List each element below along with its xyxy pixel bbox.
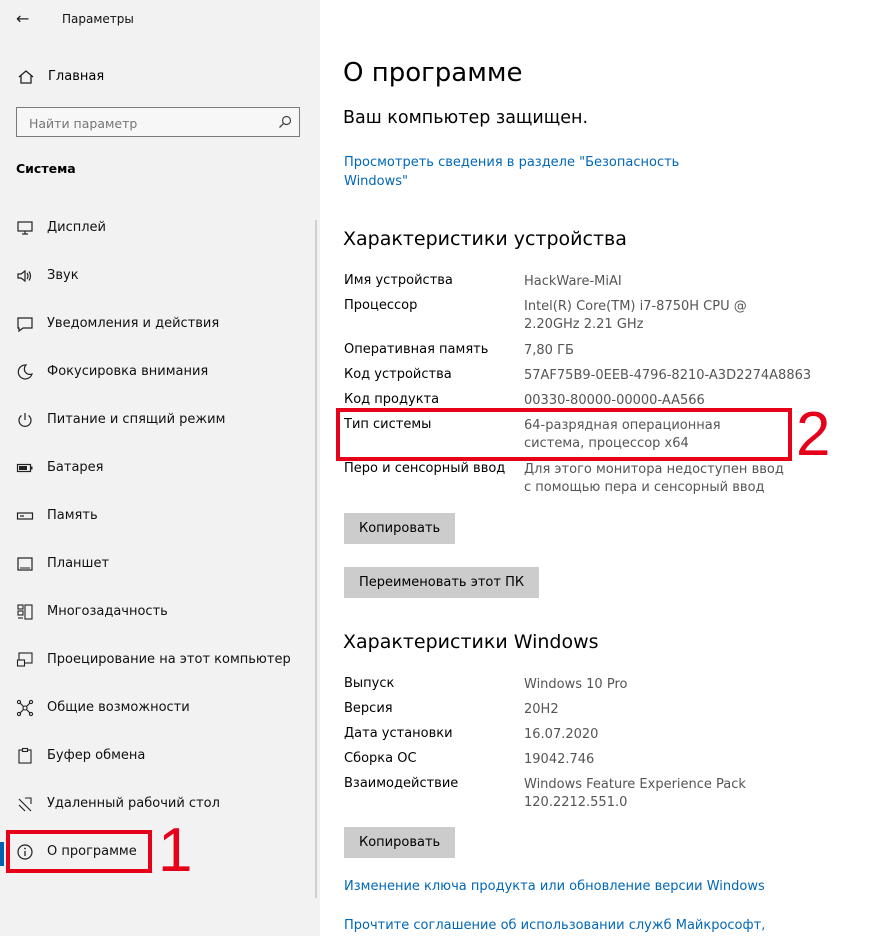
search-icon[interactable]: [278, 115, 292, 129]
search-input[interactable]: [27, 113, 271, 133]
spec-label: Выпуск: [344, 676, 395, 691]
sidebar-item-sound[interactable]: Звук: [0, 258, 300, 294]
sidebar-item-battery[interactable]: Батарея: [0, 450, 300, 486]
copy-device-specs-button[interactable]: Копировать: [344, 513, 456, 544]
sidebar-item-label: Планшет: [47, 556, 110, 571]
spec-value: Windows Feature Experience Pack 120.2212…: [524, 777, 746, 810]
services-agreement-link[interactable]: Прочтите соглашение об использовании слу…: [344, 918, 765, 933]
sidebar-item-clipboard[interactable]: Буфер обмена: [0, 738, 300, 774]
sidebar-item-label: Фокусировка внимания: [47, 364, 209, 379]
window-title: Параметры: [62, 12, 134, 26]
home-nav-item[interactable]: Главная: [0, 60, 320, 94]
spec-label: Взаимодействие: [344, 776, 459, 791]
section-title: Система: [16, 161, 76, 176]
sidebar-item-label: Буфер обмена: [47, 748, 146, 763]
annotation-number-1: 1: [158, 816, 193, 885]
sidebar-item-label: Многозадачность: [47, 604, 168, 619]
sidebar-item-storage[interactable]: Память: [0, 498, 300, 534]
spec-label: Перо и сенсорный ввод: [344, 461, 506, 476]
spec-label: Код продукта: [344, 392, 440, 407]
search-box[interactable]: [16, 107, 300, 137]
sidebar-item-label: Общие возможности: [47, 700, 190, 715]
spec-label: Код устройства: [344, 367, 452, 382]
shared-experiences-icon: [16, 699, 34, 717]
sidebar-item-label: Уведомления и действия: [47, 316, 220, 331]
spec-value: Windows 10 Pro: [524, 677, 628, 692]
sidebar-item-label: Питание и спящий режим: [47, 412, 226, 427]
annotation-box-2: [336, 408, 792, 461]
security-link[interactable]: Просмотреть сведения в разделе "Безопасн…: [344, 153, 684, 191]
sidebar-item-tablet[interactable]: Планшет: [0, 546, 300, 582]
spec-label: Имя устройства: [344, 273, 453, 288]
back-arrow-icon[interactable]: ←: [16, 9, 32, 29]
sidebar-item-label: Память: [47, 508, 98, 523]
sidebar-item-notifications[interactable]: Уведомления и действия: [0, 306, 300, 342]
device-specs-heading: Характеристики устройства: [343, 228, 627, 250]
sidebar-item-shared-experiences[interactable]: Общие возможности: [0, 690, 300, 726]
spec-label: Версия: [344, 701, 393, 716]
rename-pc-button[interactable]: Переименовать этот ПК: [344, 567, 540, 598]
spec-label: Дата установки: [344, 726, 453, 741]
spec-value: Intel(R) Core(TM) i7-8750H CPU @ 2.20GHz…: [524, 299, 747, 332]
copy-windows-specs-button[interactable]: Копировать: [344, 827, 456, 858]
spec-value: 20H2: [524, 702, 559, 717]
annotation-box-1: [6, 830, 152, 873]
sidebar: ← Параметры Главная Система Дисплей Звук…: [0, 0, 320, 936]
spec-label: Сборка ОС: [344, 751, 417, 766]
sidebar-item-label: Удаленный рабочий стол: [47, 796, 220, 811]
focus-assist-icon: [17, 364, 33, 380]
clipboard-icon: [18, 747, 32, 764]
page-title: О программе: [343, 58, 523, 88]
sidebar-item-label: Дисплей: [47, 220, 107, 235]
power-icon: [18, 413, 32, 427]
annotation-number-2: 2: [796, 400, 831, 469]
spec-value: Для этого монитора недоступен ввод с пом…: [524, 462, 784, 495]
sidebar-item-multitasking[interactable]: Многозадачность: [0, 594, 300, 630]
sidebar-item-projecting[interactable]: Проецирование на этот компьютер: [0, 642, 300, 678]
home-icon: [18, 70, 34, 84]
storage-icon: [16, 512, 34, 520]
sidebar-item-label: Звук: [47, 268, 79, 283]
protection-status: Ваш компьютер защищен.: [343, 108, 589, 128]
windows-specs-heading: Характеристики Windows: [343, 631, 599, 653]
spec-value: HackWare-MiAI: [524, 274, 622, 289]
active-indicator: [0, 842, 4, 866]
spec-label: Оперативная память: [344, 342, 489, 357]
spec-label: Процессор: [344, 298, 418, 313]
display-icon: [17, 221, 33, 235]
home-label: Главная: [48, 69, 105, 84]
sidebar-item-label: Батарея: [47, 460, 104, 475]
remote-desktop-icon: [18, 797, 32, 812]
battery-icon: [16, 463, 33, 473]
sidebar-scrollbar[interactable]: [315, 220, 317, 898]
spec-value: 19042.746: [524, 752, 595, 767]
spec-value: 57AF75B9-0EEB-4796-8210-A3D2274A8863: [524, 368, 812, 383]
projecting-icon: [16, 652, 33, 667]
spec-value: 16.07.2020: [524, 727, 599, 742]
sound-icon: [17, 269, 32, 283]
main-content: О программе Ваш компьютер защищен. Просм…: [320, 0, 880, 936]
sidebar-item-focus-assist[interactable]: Фокусировка внимания: [0, 354, 300, 390]
sidebar-item-display[interactable]: Дисплей: [0, 210, 300, 246]
change-product-key-link[interactable]: Изменение ключа продукта или обновление …: [344, 879, 765, 894]
spec-value: 7,80 ГБ: [524, 343, 574, 358]
multitasking-icon: [17, 604, 33, 620]
sidebar-item-remote-desktop[interactable]: Удаленный рабочий стол: [0, 786, 300, 822]
tablet-icon: [17, 557, 33, 571]
sidebar-item-power[interactable]: Питание и спящий режим: [0, 402, 300, 438]
sidebar-item-label: Проецирование на этот компьютер: [47, 652, 291, 667]
notifications-icon: [17, 317, 33, 333]
